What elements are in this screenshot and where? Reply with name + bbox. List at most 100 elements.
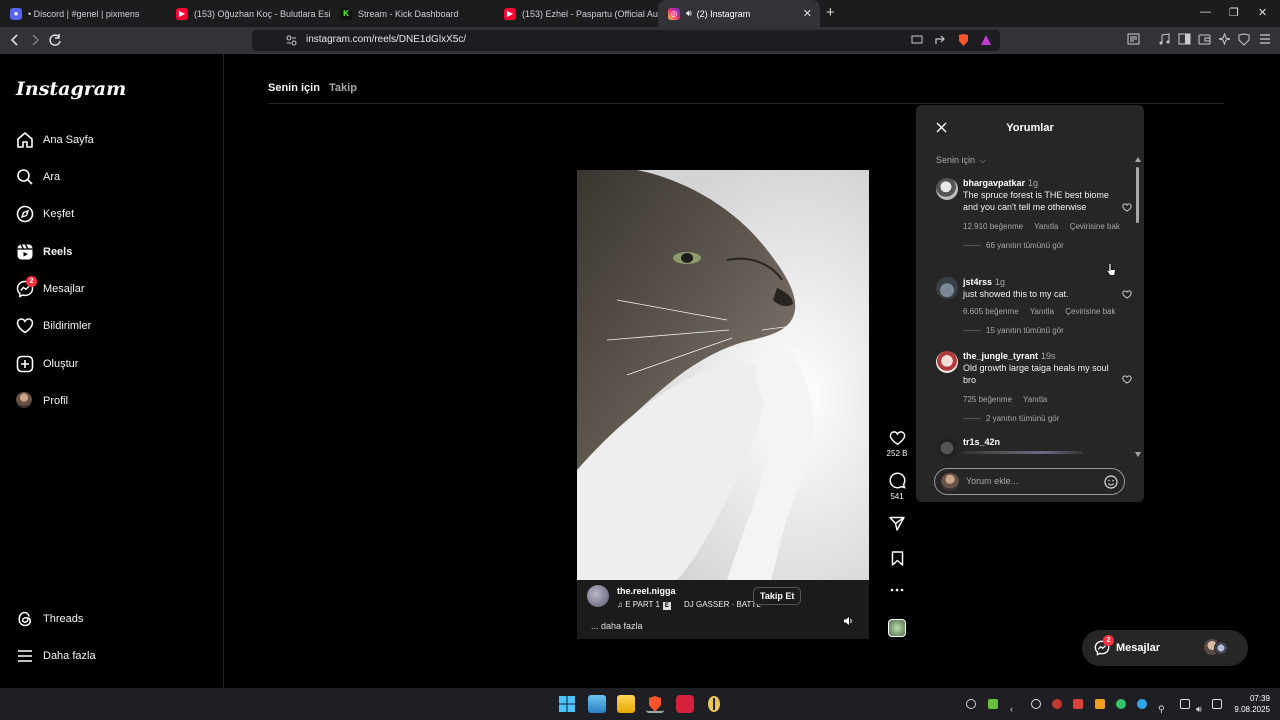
close-tab-icon[interactable]: ✕ [803, 7, 812, 20]
nav-search[interactable]: Ara [16, 165, 60, 189]
nav-explore[interactable]: Keşfet [16, 202, 74, 226]
reader-mode-icon[interactable] [1127, 33, 1140, 45]
comment-likes[interactable]: 12.910 beğenme [963, 222, 1023, 231]
share-icon[interactable] [934, 34, 946, 46]
avatar[interactable] [936, 178, 958, 200]
nav-more[interactable]: Daha fazla [16, 644, 96, 668]
tab-instagram[interactable]: ◎ 🔊︎ (2) Instagram ✕ [658, 0, 820, 27]
share-button[interactable] [880, 516, 914, 531]
instagram-logo[interactable]: Instagram [16, 78, 126, 100]
volume-icon[interactable] [843, 616, 854, 626]
wallet-icon[interactable] [1198, 33, 1211, 45]
tab-discord[interactable]: ● • Discord | #genel | pixmens [0, 0, 166, 27]
menu-icon[interactable] [1259, 33, 1271, 45]
comment-like-icon[interactable] [1122, 203, 1132, 212]
brave-browser-icon[interactable] [646, 695, 664, 713]
tab-youtube-ezhel[interactable]: ▶ (153) Ezhel - Paspartu (Official Audio… [494, 0, 658, 27]
audio-button[interactable] [880, 619, 914, 637]
tray-icon[interactable]: ⚲ [1158, 699, 1168, 714]
comment-like-icon[interactable] [1122, 290, 1132, 299]
new-tab-button[interactable]: + [826, 4, 835, 21]
network-icon[interactable] [1180, 699, 1190, 709]
avatar[interactable] [936, 277, 958, 299]
comment-likes[interactable]: 6.605 beğenme [963, 307, 1019, 316]
reel-audio[interactable]: ♫ E PART 1E [617, 600, 671, 610]
tab-kick-dashboard[interactable]: K Stream - Kick Dashboard [330, 0, 494, 27]
scrollbar-thumb[interactable] [1136, 167, 1139, 223]
comment-button[interactable]: 541 [880, 472, 914, 501]
battery-icon[interactable] [1212, 699, 1222, 709]
comment-input-placeholder[interactable]: Yorum ekle... [966, 476, 1018, 486]
view-replies-link[interactable]: 15 yanıtın tümünü gör [963, 326, 1113, 335]
comments-scrollbar[interactable] [1135, 157, 1141, 457]
view-replies-link[interactable]: 66 yanıtın tümünü gör [963, 241, 1113, 250]
url-text[interactable]: instagram.com/reels/DNE1dGlxX5c/ [306, 34, 466, 45]
cast-icon[interactable] [911, 35, 923, 45]
minimize-button[interactable]: — [1200, 6, 1211, 18]
tray-icon[interactable] [1052, 699, 1062, 709]
messages-pill[interactable]: 2 Mesajlar [1082, 630, 1248, 666]
nav-create[interactable]: Oluştur [16, 352, 78, 376]
more-caption-link[interactable]: ... daha fazla [591, 621, 643, 631]
comments-filter-dropdown[interactable]: Senin için ⌵ [936, 155, 986, 166]
reply-button[interactable]: Yanıtla [1030, 307, 1054, 316]
media-icon[interactable] [1158, 33, 1171, 45]
like-button[interactable]: 252 B [880, 430, 914, 458]
comment-input[interactable]: Yorum ekle... [934, 468, 1125, 495]
scroll-down-icon[interactable] [1135, 452, 1141, 457]
tray-icon[interactable] [1116, 699, 1126, 709]
nav-home[interactable]: Ana Sayfa [16, 128, 94, 152]
nav-profile[interactable]: Profil [16, 389, 68, 413]
reel-username[interactable]: the.reel.nigga [617, 586, 676, 596]
leo-ai-icon[interactable] [1218, 33, 1231, 45]
brave-rewards-icon[interactable] [980, 34, 992, 46]
volume-icon[interactable]: 🔊︎ [1196, 699, 1206, 714]
forward-button[interactable] [29, 33, 41, 47]
tray-icon[interactable] [988, 699, 998, 709]
comment-username[interactable]: bhargavpatkar [963, 178, 1025, 188]
tray-icon[interactable] [1031, 699, 1041, 709]
view-replies-link[interactable]: 2 yanıtın tümünü gör [963, 414, 1113, 423]
tab-for-you[interactable]: Senin için [268, 82, 320, 94]
comment-likes[interactable]: 725 beğenme [963, 395, 1012, 404]
comment-username[interactable]: the_jungle_tyrant [963, 351, 1038, 361]
avatar[interactable] [936, 351, 958, 373]
tab-youtube-oguzhan[interactable]: ▶ (153) Oğuzhan Koç - Bulutlara Esir Ol [166, 0, 330, 27]
nav-reels[interactable]: Reels [16, 240, 72, 264]
reload-button[interactable] [48, 33, 62, 47]
system-clock[interactable]: 07:39 9.08.2025 [1226, 693, 1270, 715]
reel-artist[interactable]: DJ GASSER · BATTL [684, 600, 761, 609]
tray-icon[interactable] [1073, 699, 1083, 709]
comment-username[interactable]: tr1s_42n [963, 437, 1000, 447]
avatar[interactable] [936, 437, 958, 459]
site-settings-icon[interactable] [286, 35, 297, 46]
tray-icon[interactable] [1095, 699, 1105, 709]
nav-notifications[interactable]: Bildirimler [16, 314, 91, 338]
restore-button[interactable]: ❐ [1229, 6, 1239, 19]
emoji-icon[interactable] [1104, 475, 1118, 489]
nav-threads[interactable]: Threads [16, 607, 83, 631]
comment-like-icon[interactable] [1122, 375, 1132, 384]
nav-messages[interactable]: 2 Mesajlar [16, 276, 85, 301]
tray-icon[interactable] [1137, 699, 1147, 709]
vpn-icon[interactable] [1238, 33, 1250, 46]
tray-icon[interactable]: ‹ [1010, 699, 1020, 714]
follow-button[interactable]: Takip Et [753, 587, 802, 605]
app-icon-gold[interactable] [705, 695, 723, 713]
tray-icon[interactable] [966, 699, 976, 709]
reel-video[interactable]: the.reel.nigga ♫ E PART 1E DJ GASSER · B… [577, 170, 869, 639]
save-button[interactable] [880, 551, 914, 566]
close-window-button[interactable]: ✕ [1258, 6, 1267, 19]
avatar[interactable] [587, 585, 609, 607]
file-explorer-icon[interactable] [617, 695, 635, 713]
app-icon-red[interactable] [676, 695, 694, 713]
tab-following[interactable]: Takip [329, 82, 357, 94]
reply-button[interactable]: Yanıtla [1023, 395, 1047, 404]
translate-link[interactable]: Çevirisine bak [1065, 307, 1115, 316]
more-options-button[interactable] [880, 588, 914, 592]
back-button[interactable] [9, 33, 21, 47]
scroll-up-icon[interactable] [1135, 157, 1141, 162]
comment-username[interactable]: jst4rss [963, 277, 992, 287]
reply-button[interactable]: Yanıtla [1034, 222, 1058, 231]
brave-shields-icon[interactable] [957, 33, 970, 47]
